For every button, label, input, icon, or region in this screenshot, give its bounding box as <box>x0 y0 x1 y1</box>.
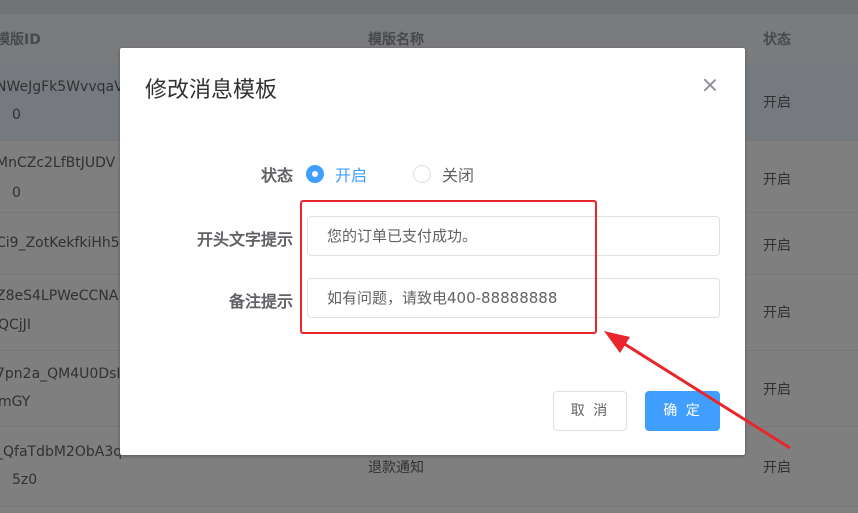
radio-checked-icon <box>306 165 324 183</box>
radio-unchecked-icon <box>413 165 431 183</box>
annotation-highlight-box <box>300 200 597 334</box>
radio-disable-label: 关闭 <box>442 166 475 185</box>
header-text-label: 开头文字提示 <box>196 230 293 249</box>
remark-label: 备注提示 <box>228 292 293 311</box>
status-label: 状态 <box>260 166 293 185</box>
radio-enable-label: 开启 <box>335 166 368 185</box>
confirm-button[interactable]: 确 定 <box>645 391 720 431</box>
dialog-title: 修改消息模板 <box>145 78 278 103</box>
close-icon[interactable] <box>700 75 720 95</box>
radio-disable[interactable]: 关闭 <box>413 162 493 185</box>
radio-enable[interactable]: 开启 <box>306 162 386 185</box>
cancel-button[interactable]: 取 消 <box>553 391 627 431</box>
